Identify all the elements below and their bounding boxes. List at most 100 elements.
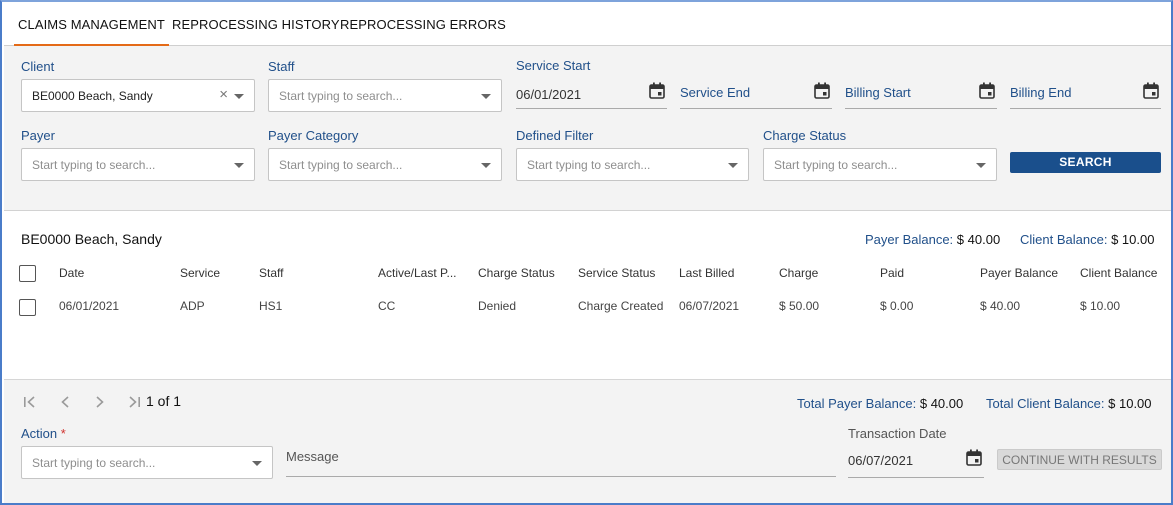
chevron-down-icon[interactable] [976, 163, 986, 168]
tab-claims-management[interactable]: CLAIMS MANAGEMENT [14, 4, 169, 46]
last-page-icon[interactable] [127, 395, 143, 409]
chevron-down-icon[interactable] [481, 94, 491, 99]
action-label: Action * [21, 426, 66, 441]
clear-icon[interactable]: × [219, 87, 228, 103]
calendar-icon[interactable] [649, 82, 665, 99]
defined-filter-label: Defined Filter [516, 128, 594, 143]
column-header-charge-status[interactable]: Charge Status [478, 266, 555, 280]
tab-reprocessing-errors[interactable]: REPROCESSING ERRORS [340, 4, 506, 46]
chevron-down-icon[interactable] [728, 163, 738, 168]
defined-filter-placeholder: Start typing to search... [527, 158, 651, 172]
cell-date: 06/01/2021 [59, 299, 120, 313]
chevron-down-icon[interactable] [234, 94, 244, 99]
column-header-client-balance[interactable]: Client Balance [1080, 266, 1157, 280]
required-mark: * [60, 426, 66, 441]
cell-service: ADP [180, 299, 205, 313]
total-payer-balance: Total Payer Balance: $ 40.00 [797, 396, 963, 411]
page-indicator: 1 of 1 [146, 393, 182, 409]
client-select[interactable]: BE0000 Beach, Sandy × [21, 79, 255, 112]
payer-category-placeholder: Start typing to search... [279, 158, 403, 172]
client-balance-label: Client Balance: [1020, 232, 1108, 247]
cell-client-balance: $ 10.00 [1080, 299, 1121, 313]
total-client-balance-label: Total Client Balance: [986, 396, 1105, 411]
tab-reprocessing-history[interactable]: REPROCESSING HISTORY [172, 4, 340, 46]
column-header-payer-balance[interactable]: Payer Balance [980, 266, 1058, 280]
service-end-field[interactable]: Service End [680, 79, 832, 109]
transaction-date-value: 06/07/2021 [848, 453, 914, 468]
column-header-active-last-payer[interactable]: Active/Last P... [378, 266, 457, 280]
chevron-down-icon[interactable] [481, 163, 491, 168]
staff-label: Staff [268, 59, 295, 74]
row-checkbox[interactable] [19, 299, 36, 316]
select-all-checkbox[interactable] [19, 265, 36, 282]
payer-category-label: Payer Category [268, 128, 359, 143]
defined-filter-select[interactable]: Start typing to search... [516, 148, 749, 181]
total-payer-balance-value: $ 40.00 [919, 396, 964, 411]
action-select[interactable]: Start typing to search... [21, 446, 273, 479]
calendar-icon[interactable] [814, 82, 830, 99]
calendar-icon[interactable] [1143, 82, 1159, 99]
column-header-service[interactable]: Service [180, 266, 220, 280]
payer-balance: Payer Balance: $ 40.00 [865, 232, 1000, 247]
service-end-label: Service End [680, 85, 751, 100]
action-label-text: Action [21, 426, 58, 441]
calendar-icon[interactable] [979, 82, 995, 99]
total-payer-balance-label: Total Payer Balance: [797, 396, 917, 411]
chevron-down-icon[interactable] [234, 163, 244, 168]
chevron-down-icon[interactable] [252, 461, 262, 466]
total-client-balance-value: $ 10.00 [1108, 396, 1152, 411]
cell-paid: $ 0.00 [880, 299, 914, 313]
calendar-icon[interactable] [966, 449, 982, 466]
client-label: Client [21, 59, 55, 74]
service-start-value: 06/01/2021 [516, 87, 582, 102]
cell-staff: HS1 [259, 299, 283, 313]
action-placeholder: Start typing to search... [32, 456, 156, 470]
message-field[interactable]: Message [286, 446, 836, 477]
cell-payer-balance: $ 40.00 [980, 299, 1021, 313]
staff-select[interactable]: Start typing to search... [268, 79, 502, 112]
total-client-balance: Total Client Balance: $ 10.00 [986, 396, 1152, 411]
charge-status-select[interactable]: Start typing to search... [763, 148, 997, 181]
charge-status-placeholder: Start typing to search... [774, 158, 898, 172]
payer-label: Payer [21, 128, 55, 143]
previous-page-icon[interactable] [58, 395, 72, 409]
tab-bar: CLAIMS MANAGEMENT REPROCESSING HISTORY R… [4, 4, 1171, 46]
billing-end-field[interactable]: Billing End [1010, 79, 1161, 109]
continue-with-results-button[interactable]: CONTINUE WITH RESULTS [997, 449, 1162, 470]
client-group-title: BE0000 Beach, Sandy [21, 231, 162, 247]
first-page-icon[interactable] [22, 395, 38, 409]
column-header-paid[interactable]: Paid [880, 266, 904, 280]
claims-management-window: CLAIMS MANAGEMENT REPROCESSING HISTORY R… [0, 0, 1173, 505]
service-start-field[interactable]: 06/01/2021 [516, 79, 667, 109]
search-button[interactable]: SEARCH [1010, 152, 1161, 173]
billing-end-label: Billing End [1010, 85, 1072, 100]
cell-last-billed: 06/07/2021 [679, 299, 740, 313]
transaction-date-field[interactable]: 06/07/2021 [848, 446, 984, 478]
payer-balance-value: $ 40.00 [956, 232, 1001, 247]
footer-panel: 1 of 1 Total Payer Balance: $ 40.00 Tota… [4, 379, 1171, 503]
client-balance-value: $ 10.00 [1111, 232, 1155, 247]
client-balance: Client Balance: $ 10.00 [1020, 232, 1154, 247]
billing-start-field[interactable]: Billing Start [845, 79, 997, 109]
payer-select[interactable]: Start typing to search... [21, 148, 255, 181]
message-label: Message [286, 449, 339, 464]
column-header-staff[interactable]: Staff [259, 266, 283, 280]
column-header-last-billed[interactable]: Last Billed [679, 266, 734, 280]
cell-service-status: Charge Created [578, 299, 664, 313]
cell-active-last-payer: CC [378, 299, 396, 313]
cell-charge: $ 50.00 [779, 299, 820, 313]
staff-placeholder: Start typing to search... [279, 89, 403, 103]
client-select-value: BE0000 Beach, Sandy [32, 89, 153, 103]
charge-status-label: Charge Status [763, 128, 847, 143]
payer-placeholder: Start typing to search... [32, 158, 156, 172]
transaction-date-label: Transaction Date [848, 426, 947, 441]
results-panel: BE0000 Beach, Sandy Payer Balance: $ 40.… [4, 212, 1171, 379]
payer-balance-label: Payer Balance: [865, 232, 954, 247]
next-page-icon[interactable] [93, 395, 107, 409]
payer-category-select[interactable]: Start typing to search... [268, 148, 502, 181]
column-header-charge[interactable]: Charge [779, 266, 818, 280]
column-header-service-status[interactable]: Service Status [578, 266, 655, 280]
column-header-date[interactable]: Date [59, 266, 84, 280]
service-start-label: Service Start [516, 58, 591, 73]
billing-start-label: Billing Start [845, 85, 911, 100]
